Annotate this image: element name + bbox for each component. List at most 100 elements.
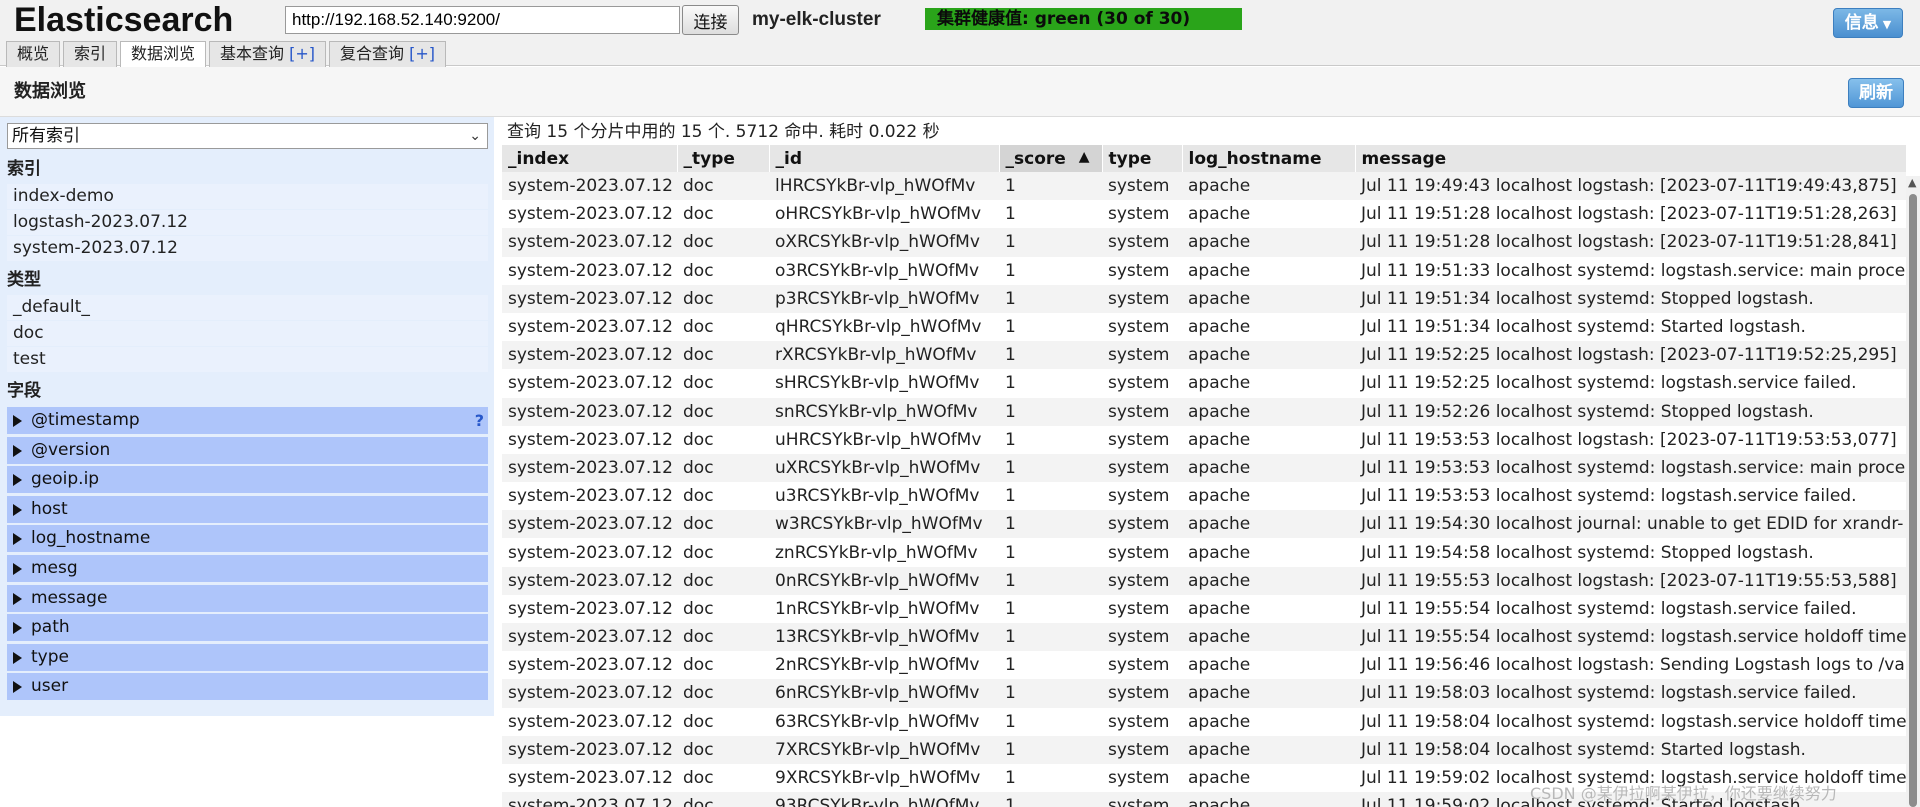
- scrollbar-thumb[interactable]: [1909, 194, 1917, 807]
- table-cell: 0nRCSYkBr-vlp_hWOfMv: [769, 566, 999, 595]
- table-cell: doc: [677, 594, 769, 623]
- field-item[interactable]: @version: [7, 436, 488, 464]
- table-cell: Jul 11 19:54:30 localhost journal: unabl…: [1355, 510, 1906, 539]
- table-row[interactable]: system-2023.07.12 doc sHRCSYkBr-vlp_hWOfMv…: [502, 369, 1906, 398]
- results-scrollbar[interactable]: ▲: [1906, 176, 1920, 807]
- table-row[interactable]: system-2023.07.12 doc 2nRCSYkBr-vlp_hWOfMv…: [502, 651, 1906, 680]
- table-cell: apache: [1182, 792, 1355, 807]
- table-row[interactable]: system-2023.07.12 doc 0nRCSYkBr-vlp_hWOfMv…: [502, 566, 1906, 595]
- table-cell: system: [1102, 228, 1182, 257]
- field-item[interactable]: message: [7, 584, 488, 612]
- fields-list: @timestamp? @version geoip.ip host log_hostn…: [7, 407, 488, 703]
- field-label: host: [31, 498, 68, 519]
- table-cell: 1: [999, 707, 1102, 736]
- field-item[interactable]: geoip.ip: [7, 466, 488, 494]
- table-cell: system-2023.07.12: [502, 679, 677, 708]
- info-menu-button[interactable]: 信息 ▼: [1833, 8, 1903, 38]
- field-item[interactable]: log_hostname: [7, 525, 488, 553]
- tab-label: 复合查询: [340, 44, 410, 63]
- table-cell: 1: [999, 482, 1102, 511]
- table-row[interactable]: system-2023.07.12 doc qHRCSYkBr-vlp_hWOfMv…: [502, 312, 1906, 342]
- table-row[interactable]: system-2023.07.12 doc oXRCSYkBr-vlp_hWOfMv…: [502, 228, 1906, 257]
- expand-triangle-icon: [13, 503, 22, 516]
- table-row[interactable]: system-2023.07.12 doc 63RCSYkBr-vlp_hWOfMv…: [502, 707, 1906, 736]
- field-item[interactable]: user: [7, 673, 488, 701]
- type-filter-item[interactable]: test: [7, 347, 488, 372]
- chevron-down-icon: ▼: [1882, 18, 1892, 31]
- table-row[interactable]: system-2023.07.12 doc 13RCSYkBr-vlp_hWOfMv…: [502, 623, 1906, 652]
- table-cell: 1: [999, 312, 1102, 342]
- field-item[interactable]: mesg: [7, 554, 488, 582]
- table-cell: 1: [999, 453, 1102, 483]
- connect-button[interactable]: 连接: [682, 5, 739, 35]
- table-cell: system: [1102, 256, 1182, 285]
- table-row[interactable]: system-2023.07.12 doc p3RCSYkBr-vlp_hWOfMv…: [502, 284, 1906, 313]
- table-row[interactable]: system-2023.07.12 doc snRCSYkBr-vlp_hWOfMv…: [502, 397, 1906, 426]
- field-item[interactable]: host: [7, 495, 488, 523]
- table-cell: doc: [677, 510, 769, 539]
- types-heading: 类型: [7, 270, 41, 290]
- tab-label: 数据浏览: [131, 44, 196, 63]
- index-filter-item[interactable]: system-2023.07.12: [7, 236, 488, 261]
- field-item[interactable]: type: [7, 643, 488, 671]
- tab-3[interactable]: 基本查询 [+]: [209, 41, 327, 67]
- table-cell: system: [1102, 538, 1182, 567]
- index-filter-item[interactable]: index-demo: [7, 184, 488, 209]
- tab-expand-link[interactable]: [+]: [289, 44, 315, 63]
- table-cell: Jul 11 19:53:53 localhost systemd: logst…: [1355, 482, 1906, 511]
- column-header[interactable]: type: [1102, 145, 1183, 172]
- column-header[interactable]: _type: [677, 145, 770, 172]
- table-cell: doc: [677, 369, 769, 398]
- table-row[interactable]: system-2023.07.12 doc oHRCSYkBr-vlp_hWOfMv…: [502, 200, 1906, 229]
- field-item[interactable]: path: [7, 614, 488, 642]
- table-cell: system-2023.07.12: [502, 312, 677, 342]
- table-row[interactable]: system-2023.07.12 doc uHRCSYkBr-vlp_hWOfMv…: [502, 425, 1906, 454]
- table-cell: apache: [1182, 735, 1355, 764]
- cluster-health-badge: 集群健康值: green (30 of 30): [925, 8, 1242, 30]
- table-cell: apache: [1182, 566, 1355, 595]
- type-filter-item[interactable]: doc: [7, 321, 488, 346]
- column-header[interactable]: _id: [769, 145, 1000, 172]
- type-filter-item[interactable]: _default_: [7, 295, 488, 320]
- table-row[interactable]: system-2023.07.12 doc u3RCSYkBr-vlp_hWOfMv…: [502, 482, 1906, 511]
- table-row[interactable]: system-2023.07.12 doc uXRCSYkBr-vlp_hWOfMv…: [502, 453, 1906, 483]
- table-cell: system: [1102, 566, 1182, 595]
- column-header[interactable]: message: [1355, 145, 1906, 172]
- indices-list: index-demo logstash-2023.07.12 system-2023…: [7, 184, 488, 262]
- table-row[interactable]: system-2023.07.12 doc 1nRCSYkBr-vlp_hWOfMv…: [502, 594, 1906, 623]
- table-cell: apache: [1182, 538, 1355, 567]
- table-cell: 63RCSYkBr-vlp_hWOfMv: [769, 707, 999, 736]
- table-cell: 1: [999, 341, 1102, 370]
- table-row[interactable]: system-2023.07.12 doc rXRCSYkBr-vlp_hWOfMv…: [502, 341, 1906, 370]
- refresh-button[interactable]: 刷新: [1848, 78, 1904, 108]
- column-header[interactable]: _index: [502, 145, 678, 172]
- tab-0[interactable]: 概览: [6, 41, 61, 67]
- table-row[interactable]: system-2023.07.12 doc o3RCSYkBr-vlp_hWOfMv…: [502, 256, 1906, 285]
- column-header[interactable]: log_hostname: [1182, 145, 1356, 172]
- table-cell: system: [1102, 651, 1182, 680]
- table-cell: Jul 11 19:52:25 localhost logstash: [202…: [1355, 341, 1906, 370]
- column-header[interactable]: _score ▲: [999, 145, 1103, 172]
- field-item[interactable]: @timestamp?: [7, 407, 488, 434]
- tab-1[interactable]: 索引: [63, 41, 118, 67]
- tab-2[interactable]: 数据浏览: [120, 41, 207, 68]
- index-filter-item[interactable]: logstash-2023.07.12: [7, 210, 488, 235]
- table-row[interactable]: system-2023.07.12 doc w3RCSYkBr-vlp_hWOfMv…: [502, 510, 1906, 539]
- expand-triangle-icon: [13, 651, 22, 664]
- table-row[interactable]: system-2023.07.12 doc lHRCSYkBr-vlp_hWOfMv…: [502, 172, 1906, 201]
- field-label: user: [31, 676, 69, 697]
- index-select[interactable]: 所有索引 ⌄: [7, 123, 488, 149]
- table-cell: doc: [677, 707, 769, 736]
- table-cell: doc: [677, 341, 769, 370]
- table-row[interactable]: system-2023.07.12 doc znRCSYkBr-vlp_hWOfMv…: [502, 538, 1906, 567]
- column-header-label: log_hostname: [1188, 148, 1322, 169]
- table-cell: Jul 11 19:55:54 localhost systemd: logst…: [1355, 594, 1906, 623]
- help-icon[interactable]: ?: [475, 407, 484, 434]
- table-row[interactable]: system-2023.07.12 doc 6nRCSYkBr-vlp_hWOfMv…: [502, 679, 1906, 708]
- cluster-url-input[interactable]: [285, 6, 680, 34]
- tab-4[interactable]: 复合查询 [+]: [329, 41, 447, 67]
- tab-label: 基本查询: [220, 44, 290, 63]
- scroll-up-icon[interactable]: ▲: [1908, 176, 1916, 189]
- tab-expand-link[interactable]: [+]: [409, 44, 435, 63]
- table-row[interactable]: system-2023.07.12 doc 7XRCSYkBr-vlp_hWOfMv…: [502, 735, 1906, 764]
